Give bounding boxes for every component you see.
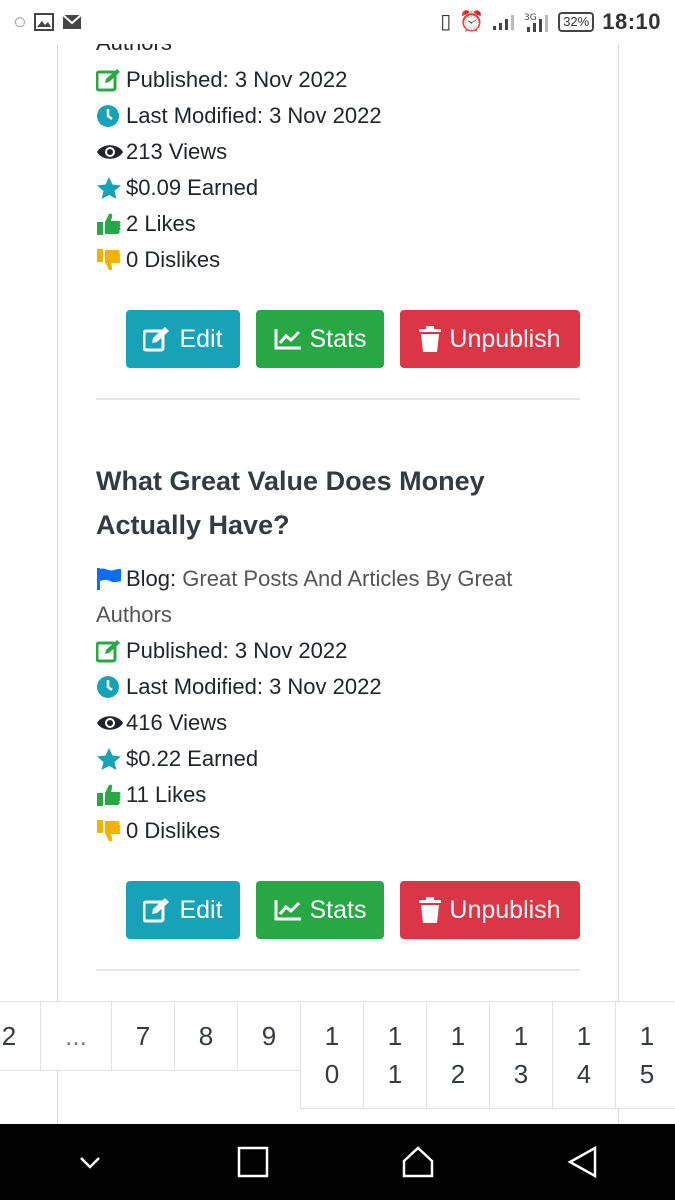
clock-icon <box>96 104 126 128</box>
edit-button[interactable]: Edit <box>126 310 240 368</box>
edit-note-icon <box>96 639 126 663</box>
back-triangle-icon[interactable] <box>566 1145 600 1179</box>
eye-icon <box>96 713 126 733</box>
flag-icon <box>96 567 126 591</box>
earnings: $0.22 Earned <box>96 741 580 777</box>
eye-icon <box>96 142 126 162</box>
thumbs-up-icon <box>96 783 126 807</box>
star-icon <box>96 747 126 771</box>
blog-name: Blog: Great Posts And Articles By Great <box>96 561 580 597</box>
view-count: 213 Views <box>96 134 580 170</box>
edit-icon <box>143 327 170 352</box>
mail-icon <box>62 14 82 29</box>
page-link-8[interactable]: 8 <box>174 1001 238 1071</box>
earnings: $0.09 Earned <box>96 170 580 206</box>
vibrate-icon: ▯ <box>440 11 452 33</box>
unpublish-button[interactable]: Unpublish <box>400 881 580 939</box>
trash-icon <box>419 326 442 352</box>
status-right: ▯ ⏰ 3G 32% 18:10 <box>440 9 661 35</box>
page-ellipsis: ... <box>40 1001 112 1071</box>
page-link-14[interactable]: 14 <box>552 1001 616 1109</box>
star-icon <box>96 176 126 200</box>
view-count: 416 Views <box>96 705 580 741</box>
page-link-11[interactable]: 11 <box>363 1001 427 1109</box>
chevron-down-icon[interactable] <box>75 1147 105 1177</box>
signal-icon <box>493 15 515 30</box>
thumbs-up-icon <box>96 212 126 236</box>
status-bar: ◌ ▯ ⏰ 3G 32% 18:10 <box>0 0 675 44</box>
thumbs-down-icon <box>96 248 126 272</box>
page-link-15[interactable]: 15 <box>615 1001 675 1109</box>
published-date: Published: 3 Nov 2022 <box>96 633 580 669</box>
post-divider <box>96 969 580 971</box>
post-actions: Edit Stats Unpublish <box>96 310 580 368</box>
clock-icon <box>96 675 126 699</box>
dislikes-count: 0 Dislikes <box>96 813 580 849</box>
page-frame-right-border <box>618 44 619 1124</box>
sync-icon: ◌ <box>14 11 26 33</box>
post-title[interactable]: What Great Value Does Money Actually Hav… <box>96 459 580 547</box>
page-link-7[interactable]: 7 <box>111 1001 175 1071</box>
chart-icon <box>274 329 301 350</box>
signal-3g-icon: 3G <box>524 13 549 32</box>
published-date: Published: 3 Nov 2022 <box>96 62 580 98</box>
post-card-1: Published: 3 Nov 2022 Last Modified: 3 N… <box>96 62 580 400</box>
pagination: 2 ... 7 8 9 10 11 12 13 14 15 <box>0 1001 675 1109</box>
page-link-2[interactable]: 2 <box>0 1001 41 1071</box>
stats-button[interactable]: Stats <box>256 310 384 368</box>
edit-button[interactable]: Edit <box>126 881 240 939</box>
home-icon[interactable] <box>401 1145 435 1179</box>
alarm-icon: ⏰ <box>459 11 485 33</box>
navigation-bar <box>0 1124 675 1200</box>
post-actions: Edit Stats Unpublish <box>96 881 580 939</box>
trash-icon <box>419 897 442 923</box>
last-modified-date: Last Modified: 3 Nov 2022 <box>96 669 580 705</box>
post-divider <box>96 398 580 400</box>
clock-time: 18:10 <box>602 9 661 34</box>
edit-note-icon <box>96 68 126 92</box>
unpublish-button[interactable]: Unpublish <box>400 310 580 368</box>
last-modified-date: Last Modified: 3 Nov 2022 <box>96 98 580 134</box>
page-link-10[interactable]: 10 <box>300 1001 364 1109</box>
page-link-12[interactable]: 12 <box>426 1001 490 1109</box>
svg-text:3G: 3G <box>524 13 537 23</box>
recents-square-icon[interactable] <box>236 1145 270 1179</box>
page-link-9[interactable]: 9 <box>237 1001 301 1071</box>
page-frame-left-border <box>57 44 58 1124</box>
edit-icon <box>143 898 170 923</box>
blog-name-cont: Authors <box>96 602 172 627</box>
post-card-2: What Great Value Does Money Actually Hav… <box>96 459 580 971</box>
status-left: ◌ <box>14 12 82 32</box>
image-icon <box>33 13 54 31</box>
battery-indicator: 32% <box>558 12 595 32</box>
thumbs-down-icon <box>96 819 126 843</box>
page-link-13[interactable]: 13 <box>489 1001 553 1109</box>
stats-button[interactable]: Stats <box>256 881 384 939</box>
chart-icon <box>274 900 301 921</box>
likes-count: 2 Likes <box>96 206 580 242</box>
dislikes-count: 0 Dislikes <box>96 242 580 278</box>
likes-count: 11 Likes <box>96 777 580 813</box>
